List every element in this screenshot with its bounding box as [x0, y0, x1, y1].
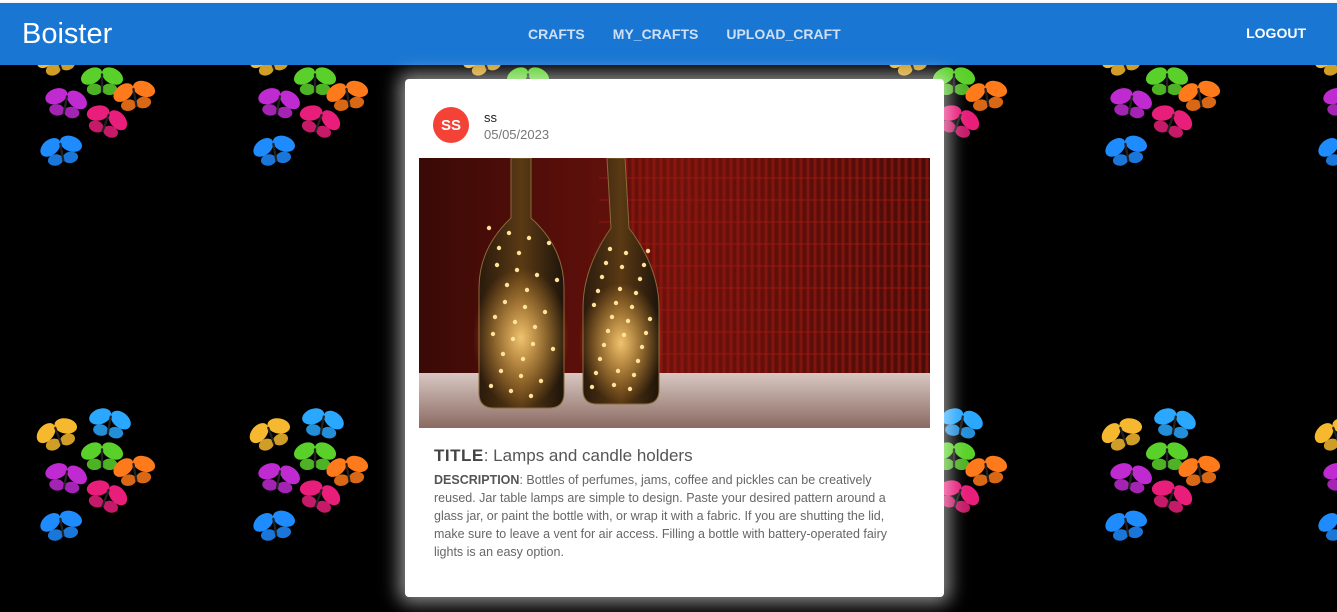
main-nav: CRAFTS MY_CRAFTS UPLOAD_CRAFT — [514, 23, 855, 45]
craft-image — [419, 158, 930, 428]
butterfly-tile — [213, 370, 428, 612]
nav-crafts[interactable]: CRAFTS — [514, 23, 599, 45]
logout-button[interactable]: LOGOUT — [1246, 25, 1306, 41]
description-label: DESCRIPTION — [434, 473, 520, 487]
butterfly-tile — [1278, 65, 1337, 255]
craft-card: SS ss 05/05/2023 TITLE: Lamps and candle… — [405, 79, 944, 597]
post-date: 05/05/2023 — [484, 127, 550, 142]
author-name: ss — [484, 110, 497, 125]
butterfly-tile — [1278, 370, 1337, 612]
title-label: TITLE — [434, 446, 484, 465]
brand-logo[interactable]: Boister — [22, 17, 112, 51]
craft-title: TITLE: Lamps and candle holders — [434, 446, 693, 465]
butterfly-tile — [1065, 370, 1280, 612]
butterfly-tile — [0, 65, 215, 255]
app-bar: Boister CRAFTS MY_CRAFTS UPLOAD_CRAFT LO… — [0, 3, 1337, 65]
butterfly-tile — [1065, 65, 1280, 255]
title-value: Lamps and candle holders — [493, 446, 693, 465]
butterfly-tile — [213, 65, 428, 255]
avatar: SS — [433, 107, 469, 143]
butterfly-tile — [0, 370, 215, 612]
craft-description: DESCRIPTION: Bottles of perfumes, jams, … — [434, 473, 887, 559]
nav-my-crafts[interactable]: MY_CRAFTS — [599, 23, 713, 45]
nav-upload-craft[interactable]: UPLOAD_CRAFT — [712, 23, 854, 45]
